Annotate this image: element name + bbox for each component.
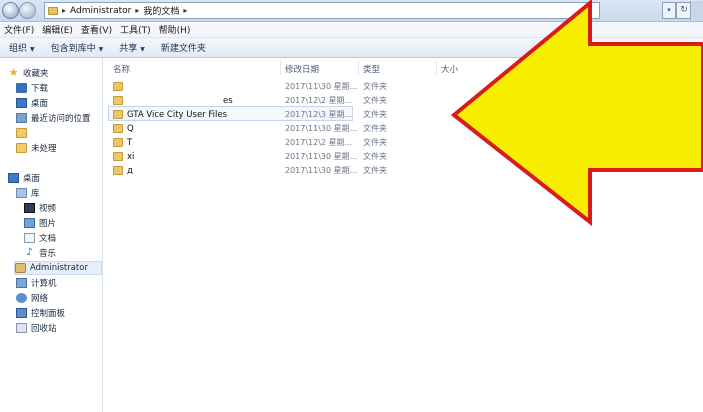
table-row[interactable]: 2017\11\30 星期... 文件夹 bbox=[113, 80, 413, 93]
nav-administrator[interactable]: Administrator bbox=[14, 261, 102, 275]
folder-icon bbox=[113, 82, 123, 91]
recycle-bin-icon bbox=[16, 323, 27, 333]
chevron-down-icon: ▼ bbox=[30, 46, 35, 53]
nav-desktop[interactable]: 桌面 bbox=[8, 171, 40, 185]
chevron-down-icon: ▼ bbox=[98, 46, 104, 53]
nav-favorites[interactable]: ★ 收藏夹 bbox=[8, 66, 49, 80]
documents-icon bbox=[24, 233, 35, 243]
folder-icon bbox=[48, 6, 58, 15]
nav-unprocessed[interactable]: 未处理 bbox=[16, 141, 57, 155]
table-row[interactable]: es 2017\12\2 星期... 文件夹 bbox=[113, 94, 413, 107]
forward-button[interactable] bbox=[19, 2, 36, 19]
column-header-name[interactable]: 名称 bbox=[113, 63, 130, 75]
nav-libraries[interactable]: 库 bbox=[16, 186, 40, 200]
folder-icon bbox=[113, 110, 123, 119]
user-folder-icon bbox=[15, 263, 26, 273]
table-row[interactable]: T 2017\12\2 星期... 文件夹 bbox=[113, 136, 413, 149]
music-note-icon: ♪ bbox=[26, 247, 33, 258]
breadcrumb-my-documents[interactable]: 我的文档 bbox=[143, 4, 179, 17]
nav-recycle-bin[interactable]: 回收站 bbox=[16, 321, 57, 335]
menu-edit[interactable]: 编辑(E) bbox=[42, 23, 73, 36]
navigation-pane: ★ 收藏夹 下载 桌面 最近访问的位置 未处理 桌面 库 视频 图片 文档 ♪ bbox=[0, 58, 103, 412]
desktop-icon bbox=[8, 173, 19, 183]
breadcrumb-administrator[interactable]: Administrator bbox=[70, 6, 131, 16]
control-panel-icon bbox=[16, 308, 27, 318]
folder-icon bbox=[113, 96, 123, 105]
column-header-date[interactable]: 修改日期 bbox=[285, 63, 319, 75]
column-divider[interactable] bbox=[358, 61, 359, 75]
recent-places-icon bbox=[16, 113, 27, 123]
nav-downloads[interactable]: 下载 bbox=[16, 81, 48, 95]
yellow-arrow-annotation bbox=[450, 0, 703, 227]
folder-icon bbox=[113, 166, 123, 175]
nav-music[interactable]: ♪ 音乐 bbox=[24, 246, 56, 260]
table-row[interactable]: GTA Vice City User Files 2017\12\3 星期...… bbox=[113, 108, 413, 121]
nav-pictures[interactable]: 图片 bbox=[24, 216, 56, 230]
chevron-right-icon: ▸ bbox=[135, 6, 140, 15]
new-folder-button[interactable]: 新建文件夹 bbox=[161, 41, 206, 54]
nav-computer[interactable]: 计算机 bbox=[16, 276, 57, 290]
folder-icon bbox=[16, 128, 27, 138]
menu-tools[interactable]: 工具(T) bbox=[120, 23, 151, 36]
menu-file[interactable]: 文件(F) bbox=[4, 23, 34, 36]
star-icon: ★ bbox=[8, 66, 19, 79]
arrow-shape bbox=[450, 0, 703, 227]
computer-icon bbox=[16, 278, 27, 288]
chevron-down-icon: ▼ bbox=[140, 46, 145, 53]
nav-desktop-favorite[interactable]: 桌面 bbox=[16, 96, 48, 110]
menu-view[interactable]: 查看(V) bbox=[81, 23, 112, 36]
column-header-type[interactable]: 类型 bbox=[363, 63, 380, 75]
table-row[interactable]: xi 2017\11\30 星期... 文件夹 bbox=[113, 150, 413, 163]
nav-videos[interactable]: 视频 bbox=[24, 201, 56, 215]
network-icon bbox=[16, 293, 27, 303]
table-row[interactable]: д 2017\11\30 星期... 文件夹 bbox=[113, 164, 413, 177]
desktop-icon bbox=[16, 98, 27, 108]
chevron-right-icon: ▸ bbox=[183, 6, 188, 15]
nav-recent-places[interactable]: 最近访问的位置 bbox=[16, 111, 91, 125]
video-icon bbox=[24, 203, 35, 213]
folder-icon bbox=[113, 138, 123, 147]
nav-documents[interactable]: 文档 bbox=[24, 231, 56, 245]
include-in-library-button[interactable]: 包含到库中 ▼ bbox=[51, 41, 104, 54]
download-folder-icon bbox=[16, 83, 27, 93]
table-row[interactable]: Q 2017\11\30 星期... 文件夹 bbox=[113, 122, 413, 135]
chevron-right-icon: ▸ bbox=[62, 6, 67, 15]
nav-control-panel[interactable]: 控制面板 bbox=[16, 306, 65, 320]
folder-icon bbox=[113, 152, 123, 161]
folder-icon bbox=[113, 124, 123, 133]
back-button[interactable] bbox=[2, 2, 19, 19]
library-icon bbox=[16, 188, 27, 198]
share-button[interactable]: 共享 ▼ bbox=[119, 41, 145, 54]
organize-button[interactable]: 组织 ▼ bbox=[9, 41, 35, 54]
nav-network[interactable]: 网络 bbox=[16, 291, 48, 305]
column-divider[interactable] bbox=[280, 61, 281, 75]
folder-icon bbox=[16, 143, 27, 153]
column-divider[interactable] bbox=[436, 61, 437, 75]
pictures-icon bbox=[24, 218, 35, 228]
menu-help[interactable]: 帮助(H) bbox=[159, 23, 191, 36]
nav-unnamed-folder[interactable] bbox=[16, 126, 27, 140]
